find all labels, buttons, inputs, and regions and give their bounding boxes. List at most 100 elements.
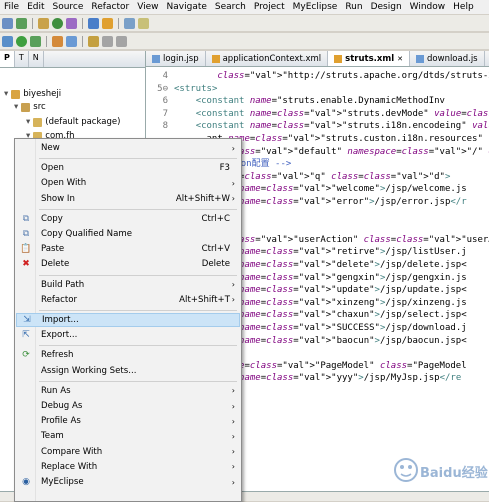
menu-item-copy[interactable]: ⧉ Copy Ctrl+C — [16, 212, 240, 226]
menu-item-label: Refactor — [41, 294, 78, 305]
left-tab-n[interactable]: N — [29, 51, 44, 67]
menu-item-label: Open — [41, 163, 64, 174]
new-icon[interactable] — [2, 17, 13, 29]
external-tools-icon[interactable] — [30, 35, 41, 47]
menu-item-copy-qualified-name[interactable]: ⧉ Copy Qualified Name — [16, 227, 240, 241]
menu-item-replace-with[interactable]: Replace With › — [16, 460, 240, 474]
close-tab-icon[interactable]: ✕ — [397, 55, 403, 63]
expand-icon[interactable]: ▾ — [4, 89, 8, 99]
deploy-icon[interactable] — [102, 17, 113, 29]
editor-tab[interactable]: login.jsp — [146, 51, 206, 66]
menu-item-label: Replace With — [41, 461, 98, 472]
code-text: <constant name=class="val">"struts.i18n.… — [195, 121, 489, 132]
menu-item-compare-with[interactable]: Compare With › — [16, 445, 240, 459]
submenu-arrow-icon: › — [231, 462, 235, 472]
menu-window[interactable]: Window — [406, 0, 450, 14]
menu-search[interactable]: Search — [211, 0, 250, 14]
annotation-icon[interactable] — [138, 17, 149, 29]
paste-icon: 📋 — [20, 244, 32, 255]
menu-item-label: Copy Qualified Name — [41, 229, 133, 239]
menu-item-run-as[interactable]: Run As › — [16, 384, 240, 398]
menu-separator — [39, 310, 237, 311]
search-icon[interactable] — [124, 17, 135, 29]
menu-item-profile-as[interactable]: Profile As › — [16, 414, 240, 428]
debug-icon[interactable] — [66, 17, 77, 29]
menu-item-label: Profile As — [41, 416, 81, 427]
submenu-arrow-icon: › — [231, 386, 235, 396]
left-tab-p[interactable]: P — [0, 51, 15, 67]
save-icon[interactable] — [16, 17, 27, 29]
menu-item-delete[interactable]: ✖ Delete Delete — [16, 257, 240, 271]
menu-separator — [39, 158, 237, 160]
menu-edit[interactable]: Edit — [23, 0, 48, 14]
submenu-arrow-icon: › — [231, 295, 235, 305]
menu-item-refresh[interactable]: ⟳ Refresh — [16, 348, 240, 362]
editor-tab[interactable]: download.js — [410, 51, 485, 66]
server-icon[interactable] — [88, 17, 99, 29]
package-icon — [21, 102, 31, 112]
tree-item[interactable]: ▾ (default package) — [26, 116, 120, 128]
menu-item-team[interactable]: Team › — [16, 429, 240, 443]
editor-tab[interactable]: applicationContext.xml — [206, 51, 329, 66]
menu-item-label: New — [41, 143, 60, 153]
menu-item-paste[interactable]: 📋 Paste Ctrl+V — [16, 242, 240, 256]
menu-item-label: Open With — [41, 178, 87, 189]
code-line[interactable]: 5⊖ <struts> — [146, 83, 217, 96]
debug-run-icon[interactable] — [2, 35, 13, 47]
menu-item-label: Assign Working Sets... — [41, 365, 137, 376]
expand-icon[interactable]: ▾ — [14, 102, 18, 112]
code-line[interactable]: 4 class="val">"http://struts.apache.org/… — [146, 70, 489, 83]
menu-help[interactable]: Help — [449, 0, 478, 14]
menu-item-refactor[interactable]: Refactor Alt+Shift+T › — [16, 293, 240, 307]
menu-item-open-with[interactable]: Open With › — [16, 176, 240, 190]
menu-item-label: Debug As — [41, 401, 83, 411]
menu-source[interactable]: Source — [49, 0, 88, 14]
menu-item-build-path[interactable]: Build Path › — [16, 278, 240, 292]
menu-item-new[interactable]: New › — [16, 141, 240, 155]
left-panel-tabs: PTN — [0, 51, 145, 68]
menu-item-label: MyEclipse — [41, 477, 84, 487]
open-type-icon[interactable] — [38, 17, 49, 29]
expand-icon[interactable]: ▾ — [26, 117, 30, 127]
menu-item-show-in[interactable]: Show In Alt+Shift+W › — [16, 192, 240, 206]
menu-project[interactable]: Project — [250, 0, 289, 14]
menu-run[interactable]: Run — [341, 0, 366, 14]
secondary-toolbar — [0, 33, 489, 49]
new-class-icon[interactable] — [52, 35, 63, 47]
menu-item-open[interactable]: Open F3 — [16, 161, 240, 175]
back-icon[interactable] — [102, 35, 113, 47]
forward-icon[interactable] — [116, 35, 127, 47]
code-text: <constant name="struts.enable.DynamicMet… — [195, 96, 445, 107]
menu-item-myeclipse[interactable]: ◉ MyEclipse › — [16, 475, 240, 489]
submenu-arrow-icon: › — [231, 431, 235, 441]
run-dropdown-icon[interactable] — [16, 35, 27, 47]
tree-item[interactable]: ▾ biyesheji — [4, 88, 61, 100]
open-resource-icon[interactable] — [88, 35, 99, 47]
line-number: 8 — [162, 121, 168, 132]
submenu-arrow-icon: › — [231, 401, 235, 411]
menu-item-export[interactable]: ⇱ Export... — [16, 328, 240, 342]
menu-navigate[interactable]: Navigate — [163, 0, 211, 14]
left-tab-t[interactable]: T — [15, 51, 29, 67]
menu-item-debug-as[interactable]: Debug As › — [16, 399, 240, 413]
code-line[interactable]: 6 <constant name="struts.enable.DynamicM… — [146, 95, 445, 108]
line-number: 7 — [162, 108, 168, 119]
export-icon: ⇱ — [22, 330, 30, 341]
menu-refactor[interactable]: Refactor — [87, 0, 133, 14]
menu-file[interactable]: File — [0, 0, 23, 14]
code-line[interactable]: 8 <constant name=class="val">"struts.i18… — [146, 120, 489, 133]
menu-design[interactable]: Design — [367, 0, 406, 14]
new-package-icon[interactable] — [66, 35, 77, 47]
run-icon[interactable] — [52, 17, 63, 29]
menu-myeclipse[interactable]: MyEclipse — [289, 0, 342, 14]
menu-view[interactable]: View — [133, 0, 162, 14]
menu-separator — [39, 208, 237, 210]
tree-item[interactable]: ▾ src — [14, 101, 46, 113]
main-toolbar — [0, 15, 489, 31]
editor-tab[interactable]: struts.xml ✕ — [328, 51, 411, 66]
code-text: <constant name=class="val">"struts.devMo… — [195, 108, 489, 119]
code-line[interactable]: 7 <constant name=class="val">"struts.dev… — [146, 108, 489, 121]
menu-item-assign-working-sets[interactable]: Assign Working Sets... — [16, 364, 240, 378]
editor-tab-label: login.jsp — [163, 53, 199, 64]
menu-item-import[interactable]: ⇲ Import... — [16, 313, 240, 327]
